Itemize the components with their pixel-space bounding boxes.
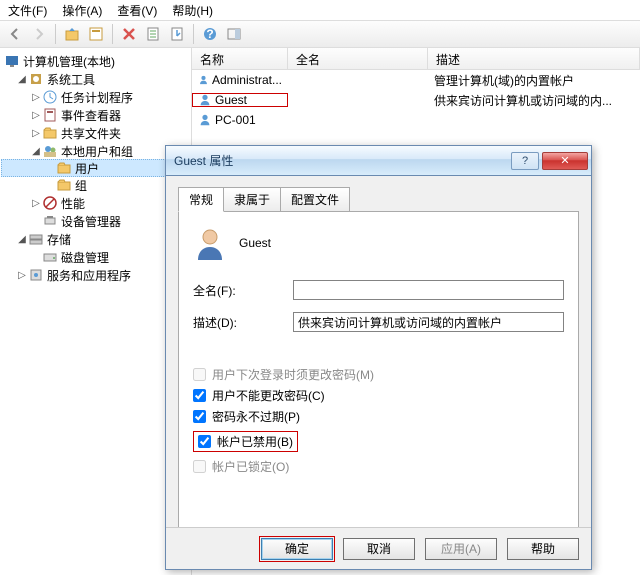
up-button[interactable] [61, 23, 83, 45]
tree-root-label: 计算机管理(本地) [23, 53, 115, 70]
chk-cannot-label: 用户不能更改密码(C) [212, 387, 325, 404]
action-pane-button[interactable] [223, 23, 245, 45]
tree-label: 任务计划程序 [61, 89, 133, 106]
tree-storage[interactable]: ◢存储 [2, 230, 189, 248]
tree-label: 存储 [47, 231, 71, 248]
user-name-display: Guest [239, 236, 271, 250]
chk-account-disabled[interactable] [198, 435, 211, 448]
tree-root[interactable]: 计算机管理(本地) [2, 52, 189, 70]
tree-shared[interactable]: ▷共享文件夹 [2, 124, 189, 142]
export-button[interactable] [166, 23, 188, 45]
tree-devmgr[interactable]: 设备管理器 [2, 212, 189, 230]
chk-locked-label: 帐户已锁定(O) [212, 458, 289, 475]
user-avatar-icon [193, 226, 227, 260]
dialog-help-button[interactable]: ? [511, 152, 539, 170]
chk-cannot-change[interactable] [193, 389, 206, 402]
chk-never-expire[interactable] [193, 410, 206, 423]
tree-label: 性能 [61, 195, 85, 212]
dialog-titlebar[interactable]: Guest 属性 ? ✕ [166, 146, 591, 176]
tree-services[interactable]: ▷服务和应用程序 [2, 266, 189, 284]
col-fullname[interactable]: 全名 [288, 48, 428, 69]
tree-label: 事件查看器 [61, 107, 121, 124]
chk-never-row[interactable]: 密码永不过期(P) [193, 408, 564, 425]
tree-label: 用户 [75, 160, 99, 177]
chk-mustchange-row: 用户下次登录时须更改密码(M) [193, 366, 564, 383]
cell-desc: 供来宾访问计算机或访问域的内... [434, 92, 612, 109]
menu-action[interactable]: 操作(A) [62, 2, 102, 18]
dialog-close-button[interactable]: ✕ [542, 152, 588, 170]
help-button[interactable]: ? [199, 23, 221, 45]
tree-perf[interactable]: ▷性能 [2, 194, 189, 212]
refresh-button[interactable] [142, 23, 164, 45]
help-button-dialog[interactable]: 帮助 [507, 538, 579, 560]
list-row[interactable]: Guest 供来宾访问计算机或访问域的内... [192, 90, 640, 110]
tree-label: 共享文件夹 [61, 125, 121, 142]
toolbar: ? [0, 20, 640, 48]
tree-groups[interactable]: 组 [2, 176, 189, 194]
chk-mustchange-label: 用户下次登录时须更改密码(M) [212, 366, 374, 383]
chk-locked-row: 帐户已锁定(O) [193, 458, 564, 475]
tree-label: 组 [75, 177, 87, 194]
list-row[interactable]: Administrat... 管理计算机(域)的内置帐户 [192, 70, 640, 90]
cell-name: PC-001 [215, 113, 256, 127]
cell-name: Administrat... [212, 73, 282, 87]
tree-localug[interactable]: ◢本地用户和组 [2, 142, 189, 160]
cell-name: Guest [215, 93, 247, 107]
properties-dialog: Guest 属性 ? ✕ 常规 隶属于 配置文件 Guest 全名(F): 描述… [165, 145, 592, 570]
tree-label: 设备管理器 [61, 213, 121, 230]
fullname-input[interactable] [293, 280, 564, 300]
tree-users[interactable]: 用户 [1, 159, 190, 177]
back-button[interactable] [4, 23, 26, 45]
tab-panel-general: Guest 全名(F): 描述(D): 用户下次登录时须更改密码(M) 用户不能… [178, 211, 579, 530]
properties-button[interactable] [85, 23, 107, 45]
svg-text:?: ? [206, 27, 213, 41]
menu-bar: 文件(F) 操作(A) 查看(V) 帮助(H) [0, 0, 640, 20]
highlight-disabled: 帐户已禁用(B) [193, 431, 298, 452]
apply-button[interactable]: 应用(A) [425, 538, 497, 560]
cell-desc: 管理计算机(域)的内置帐户 [434, 72, 574, 89]
tree-task[interactable]: ▷任务计划程序 [2, 88, 189, 106]
forward-button[interactable] [28, 23, 50, 45]
menu-help[interactable]: 帮助(H) [172, 2, 213, 18]
ok-button[interactable]: 确定 [261, 538, 333, 560]
menu-file[interactable]: 文件(F) [8, 2, 47, 18]
chk-cannot-row[interactable]: 用户不能更改密码(C) [193, 387, 564, 404]
col-name[interactable]: 名称 [192, 48, 288, 69]
cancel-button[interactable]: 取消 [343, 538, 415, 560]
dialog-buttons: 确定 取消 应用(A) 帮助 [166, 527, 591, 569]
tree-label: 磁盘管理 [61, 249, 109, 266]
tab-profile[interactable]: 配置文件 [280, 187, 350, 212]
chk-mustchange [193, 368, 206, 381]
tab-general[interactable]: 常规 [178, 187, 224, 212]
tree-label: 本地用户和组 [61, 143, 133, 160]
nav-tree[interactable]: 计算机管理(本地) ◢系统工具 ▷任务计划程序 ▷事件查看器 ▷共享文件夹 ◢本… [0, 48, 192, 575]
chk-account-locked [193, 460, 206, 473]
delete-button[interactable] [118, 23, 140, 45]
tree-systools[interactable]: ◢系统工具 [2, 70, 189, 88]
tab-memberof[interactable]: 隶属于 [223, 187, 281, 212]
dialog-title: Guest 属性 [174, 152, 511, 169]
chk-never-label: 密码永不过期(P) [212, 408, 300, 425]
menu-view[interactable]: 查看(V) [117, 2, 157, 18]
tree-disk[interactable]: 磁盘管理 [2, 248, 189, 266]
tree-event[interactable]: ▷事件查看器 [2, 106, 189, 124]
chk-disabled-label: 帐户已禁用(B) [217, 433, 293, 450]
dialog-tabs: 常规 隶属于 配置文件 [178, 187, 579, 212]
list-row[interactable]: PC-001 [192, 110, 640, 130]
list-header: 名称 全名 描述 [192, 48, 640, 70]
description-input[interactable] [293, 312, 564, 332]
tree-label: 服务和应用程序 [47, 267, 131, 284]
fullname-label: 全名(F): [193, 282, 293, 299]
description-label: 描述(D): [193, 314, 293, 331]
col-desc[interactable]: 描述 [428, 48, 640, 69]
tree-label: 系统工具 [47, 71, 95, 88]
